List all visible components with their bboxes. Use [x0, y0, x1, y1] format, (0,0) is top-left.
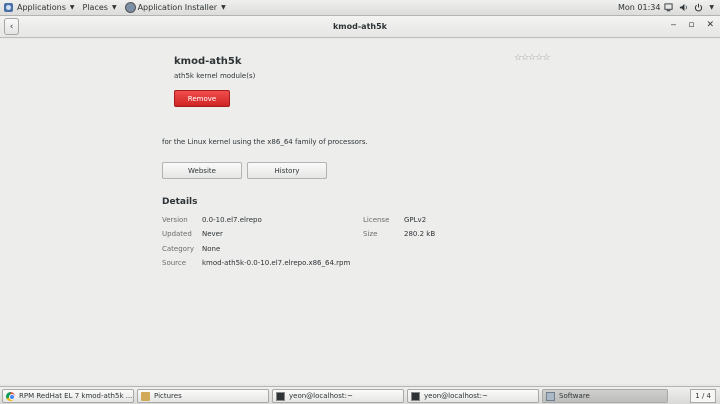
network-icon [664, 3, 673, 12]
app-details-page: kmod-ath5k ath5k kernel module(s) ☆ ☆ ☆ … [0, 39, 720, 384]
applications-menu-label: Applications [17, 3, 66, 12]
star-rating[interactable]: ☆ ☆ ☆ ☆ ☆ [514, 53, 550, 63]
app-summary: ath5k kernel module(s) [174, 72, 256, 80]
back-arrow-icon: ‹ [9, 21, 14, 32]
category-label: Category [162, 245, 194, 253]
minimize-button[interactable]: ‒ [671, 20, 677, 30]
back-button[interactable]: ‹ [4, 18, 19, 35]
chrome-icon [6, 391, 15, 401]
taskbar-item-pictures[interactable]: Pictures [137, 389, 269, 403]
task-label: Software [559, 392, 590, 400]
chevron-down-icon: ▼ [221, 4, 226, 11]
window-title: kmod-ath5k [332, 22, 387, 31]
size-label: Size [363, 230, 378, 238]
taskbar-item-browser[interactable]: RPM RedHat EL 7 kmod-ath5k ... [2, 389, 134, 403]
task-label: yeon@localhost:~ [424, 392, 488, 400]
star-icon[interactable]: ☆ [542, 53, 550, 63]
taskbar: RPM RedHat EL 7 kmod-ath5k ... Pictures … [0, 386, 720, 404]
chevron-down-icon: ▼ [69, 4, 75, 11]
chevron-down-icon: ▼ [111, 4, 117, 11]
top-panel: Applications ▼ Places ▼ Application Inst… [0, 0, 720, 16]
app-description: for the Linux kernel using the x86_64 fa… [162, 138, 368, 146]
terminal-icon [411, 391, 420, 401]
application-installer-menu[interactable]: Application Installer ▼ [121, 0, 230, 16]
updated-value: Never [202, 230, 223, 238]
license-label: License [363, 216, 390, 224]
chevron-down-icon: ▼ [709, 4, 714, 11]
software-icon [546, 391, 555, 401]
header-bar: kmod-ath5k ‹ ‒ ▫ ✕ [0, 16, 720, 38]
task-label: Pictures [154, 392, 182, 400]
updated-label: Updated [162, 230, 192, 238]
taskbar-item-software[interactable]: Software [542, 389, 668, 403]
terminal-icon [276, 391, 285, 401]
app-name: kmod-ath5k [174, 56, 242, 67]
link-buttons: Website History [162, 162, 327, 179]
clock[interactable]: Mon 01:34 [618, 0, 660, 16]
source-label: Source [162, 259, 187, 267]
details-heading: Details [162, 197, 198, 207]
maximize-button[interactable]: ▫ [688, 20, 694, 30]
remove-button[interactable]: Remove [174, 90, 230, 107]
version-value: 0.0-10.el7.elrepo [202, 216, 262, 224]
folder-icon [141, 391, 150, 401]
installer-menu-label: Application Installer [137, 3, 218, 12]
window-controls: ‒ ▫ ✕ [671, 20, 714, 30]
taskbar-item-terminal-1[interactable]: yeon@localhost:~ [272, 389, 404, 403]
history-button[interactable]: History [247, 162, 327, 179]
size-value: 280.2 kB [404, 230, 436, 238]
star-icon[interactable]: ☆ [528, 53, 536, 63]
website-button[interactable]: Website [162, 162, 242, 179]
category-value: None [202, 245, 221, 253]
license-value: GPLv2 [404, 216, 427, 224]
star-icon[interactable]: ☆ [535, 53, 543, 63]
version-label: Version [162, 216, 188, 224]
power-icon [695, 3, 703, 12]
workspace-switcher[interactable]: 1 / 4 [690, 389, 716, 403]
places-menu[interactable]: Places ▼ [79, 0, 121, 16]
star-icon[interactable]: ☆ [521, 53, 529, 63]
taskbar-item-terminal-2[interactable]: yeon@localhost:~ [407, 389, 539, 403]
installer-icon [124, 2, 136, 13]
applications-icon [4, 3, 13, 12]
source-value: kmod-ath5k-0.0-10.el7.elrepo.x86_64.rpm [202, 259, 351, 267]
status-area[interactable]: ▼ [664, 3, 714, 12]
task-label: RPM RedHat EL 7 kmod-ath5k ... [19, 392, 133, 400]
volume-icon [680, 3, 688, 12]
star-icon[interactable]: ☆ [514, 53, 522, 63]
task-label: yeon@localhost:~ [289, 392, 353, 400]
applications-menu[interactable]: Applications ▼ [0, 0, 79, 16]
places-menu-label: Places [82, 3, 108, 12]
close-button[interactable]: ✕ [706, 20, 714, 30]
